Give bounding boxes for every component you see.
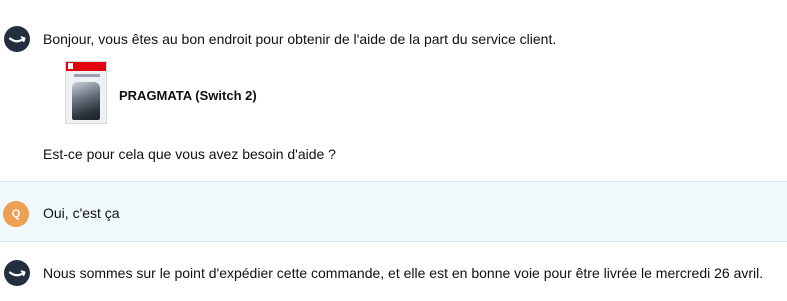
bot-message-text: Bonjour, vous êtes au bon endroit pour o… (43, 31, 557, 47)
bot-message: Nous sommes sur le point d'expédier cett… (0, 243, 787, 301)
box-art-character (72, 82, 100, 120)
bot-message: Bonjour, vous êtes au bon endroit pour o… (0, 0, 787, 181)
bot-message-question: Est-ce pour cela que vous avez besoin d'… (43, 146, 336, 162)
box-art-title-strip (74, 74, 100, 77)
switch-logo (68, 63, 73, 69)
chat-transcript: Bonjour, vous êtes au bon endroit pour o… (0, 0, 787, 301)
bot-message-text: Nous sommes sur le point d'expédier cett… (43, 265, 764, 281)
product-title-link[interactable]: PRAGMATA (Switch 2) (119, 87, 257, 105)
game-box-art-icon[interactable] (65, 61, 107, 124)
user-avatar: Q (3, 201, 29, 227)
user-message: Q Oui, c'est ça (0, 181, 787, 242)
user-message-text: Oui, c'est ça (43, 205, 120, 221)
amazon-smile-icon (4, 26, 30, 52)
amazon-smile-icon (4, 260, 30, 286)
